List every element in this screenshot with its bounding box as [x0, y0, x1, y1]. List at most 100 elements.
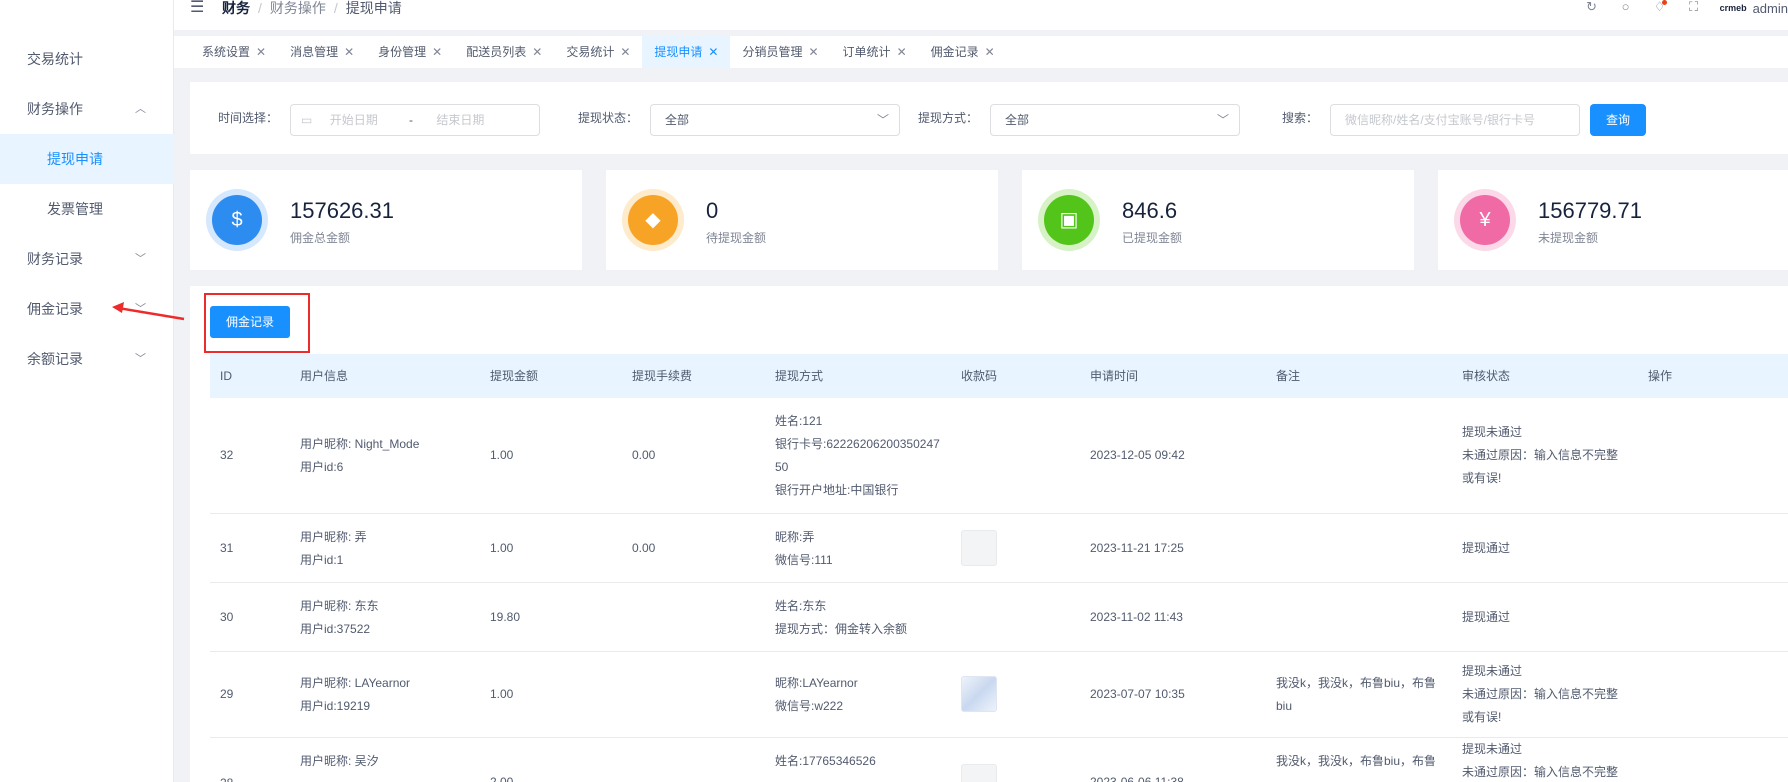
column-header: 审核状态 [1462, 369, 1511, 383]
cell-method: 姓名:121 银行卡号:62226206200350247 50 银行开户地址:中国银… [775, 410, 940, 502]
sidebar-item-invoice[interactable]: 发票管理 [0, 184, 174, 234]
cell-amount: 1.00 [490, 687, 514, 701]
stat-card-withdrawn: ▣ 846.6 已提现金额 [1022, 170, 1414, 270]
cell-id: 31 [220, 541, 234, 555]
sidebar: 交易统计 财务操作 ︿ 提现申请 发票管理 财务记录 ﹀ 佣金记录 ﹀ 余额记录 ﹀ [0, 0, 174, 782]
cell-status: 提现未通过 未通过原因：输入信息不完整 或有误! [1462, 421, 1618, 490]
filter-bar: 时间选择： ▭ 开始日期 - 结束日期 提现状态： 全部 ﹀ 提现方式： 全部 ﹀ … [190, 82, 1788, 154]
username[interactable]: admin [1753, 1, 1788, 16]
stat-card-pending: ◆ 0 待提现金额 [606, 170, 998, 270]
cell-status: 提现未通过 未通过原因：输入信息不完整 [1462, 738, 1618, 782]
method-line: 姓名:121 [775, 414, 823, 428]
status-line: 或有误! [1462, 710, 1502, 724]
tab-label: 佣金记录 [930, 45, 979, 59]
date-range-separator: - [409, 113, 414, 127]
stat-card-unwithdrawn: ¥ 156779.71 未提现金额 [1438, 170, 1788, 270]
close-icon[interactable]: ✕ [897, 36, 907, 68]
status-line: 提现通过 [1462, 541, 1511, 555]
commission-records-button[interactable]: 佣金记录 [210, 306, 290, 338]
close-icon[interactable]: ✕ [344, 36, 354, 68]
cell-user: 用户昵称: 东东 用户id:37522 [300, 595, 379, 641]
column-header: 用户信息 [300, 369, 349, 383]
status-line: 提现未通过 [1462, 742, 1523, 756]
close-icon[interactable]: ✕ [808, 36, 818, 68]
annotation-arrow [112, 302, 185, 321]
sidebar-item-finance-ops[interactable]: 财务操作 ︿ [0, 84, 174, 134]
tab-order-stats[interactable]: 订单统计 ✕ [831, 36, 919, 68]
column-header: 申请时间 [1090, 369, 1139, 383]
qr-code-thumbnail[interactable] [961, 676, 997, 712]
tab-courier-list[interactable]: 配送员列表 ✕ [454, 36, 554, 68]
search-placeholder: 微信昵称/姓名/支付宝账号/银行卡号 [1345, 113, 1536, 127]
cell-status: 提现未通过 未通过原因：输入信息不完整 或有误! [1462, 660, 1618, 729]
tab-label: 配送员列表 [466, 45, 527, 59]
cell-status: 提现通过 [1462, 606, 1510, 629]
stat-label: 未提现金额 [1538, 231, 1599, 245]
sidebar-item-withdraw-request[interactable]: 提现申请 [0, 134, 174, 184]
column-header: 提现方式 [775, 369, 824, 383]
user-id: 用户id:1 [300, 553, 344, 567]
status-select[interactable]: 全部 ﹀ [650, 104, 900, 136]
tab-system-settings[interactable]: 系统设置 ✕ [190, 36, 278, 68]
remark-line: 我没k，我没k，布鲁biu，布鲁 [1276, 754, 1437, 768]
status-line: 提现未通过 [1462, 664, 1523, 678]
table-row: 29 用户昵称: LAYearnor 用户id:19219 1.00 昵称:LAY… [210, 652, 1788, 738]
cell-time: 2023-06-06 11:38 [1090, 775, 1184, 782]
sidebar-item-balance-records[interactable]: 余额记录 ﹀ [0, 334, 174, 384]
tab-bar: 系统设置 ✕ 消息管理 ✕ 身份管理 ✕ 配送员列表 ✕ 交易统计 ✕ 提现申请 ✕ 分销员… [174, 36, 1788, 68]
breadcrumb-separator: / [333, 0, 338, 16]
qr-code-thumbnail[interactable] [961, 530, 997, 566]
header-actions: ↻ ○ ♢ ⛶ crmeb admin [1566, 0, 1788, 16]
start-date-placeholder: 开始日期 [329, 113, 378, 127]
sidebar-item-trade-stats[interactable]: 交易统计 [0, 34, 174, 84]
tab-withdraw-request[interactable]: 提现申请 ✕ [642, 36, 731, 68]
close-icon[interactable]: ✕ [708, 36, 718, 68]
close-icon[interactable]: ✕ [985, 36, 995, 68]
tab-message-management[interactable]: 消息管理 ✕ [278, 36, 366, 68]
menu-toggle-icon[interactable]: ☰ [190, 0, 204, 16]
cell-amount: 2.00 [490, 775, 514, 782]
column-header: 提现金额 [490, 369, 539, 383]
avatar[interactable]: crmeb [1720, 3, 1747, 13]
tab-distributor-management[interactable]: 分销员管理 ✕ [730, 36, 830, 68]
refresh-icon[interactable]: ↻ [1584, 0, 1600, 16]
close-icon[interactable]: ✕ [532, 36, 542, 68]
user-nickname: 用户昵称: 弄 [300, 530, 367, 544]
tab-identity-management[interactable]: 身份管理 ✕ [366, 36, 454, 68]
column-header: 备注 [1276, 369, 1301, 383]
stat-value: 0 [706, 198, 719, 223]
sidebar-item-finance-records[interactable]: 财务记录 ﹀ [0, 234, 174, 284]
tab-commission-records[interactable]: 佣金记录 ✕ [919, 36, 1007, 68]
query-button[interactable]: 查询 [1590, 104, 1646, 136]
method-line: 昵称:LAYearnor [775, 676, 858, 690]
cell-fee: 0.00 [632, 541, 656, 555]
sidebar-item-label: 提现申请 [47, 151, 103, 167]
column-header: 提现手续费 [632, 369, 693, 383]
tab-trade-stats[interactable]: 交易统计 ✕ [554, 36, 642, 68]
sidebar-item-label: 发票管理 [47, 201, 103, 217]
remark-line: biu [1276, 699, 1293, 713]
tab-label: 身份管理 [378, 45, 427, 59]
method-line: 微信号:w222 [775, 699, 844, 713]
breadcrumb-item[interactable]: 财务操作 [270, 0, 326, 16]
date-range-picker[interactable]: ▭ 开始日期 - 结束日期 [290, 104, 540, 136]
cell-amount: 1.00 [490, 448, 514, 462]
cell-fee: 0.00 [632, 448, 656, 462]
money-bag-icon: $ [212, 195, 262, 245]
method-select[interactable]: 全部 ﹀ [990, 104, 1240, 136]
breadcrumb-item[interactable]: 财务 [222, 0, 250, 16]
close-icon[interactable]: ✕ [620, 36, 630, 68]
breadcrumb-item: 提现申请 [345, 0, 402, 16]
close-icon[interactable]: ✕ [256, 36, 266, 68]
search-input[interactable]: 微信昵称/姓名/支付宝账号/银行卡号 [1330, 104, 1580, 136]
tab-label: 消息管理 [290, 45, 339, 59]
sidebar-item-label: 交易统计 [27, 51, 83, 67]
close-icon[interactable]: ✕ [432, 36, 442, 68]
column-header: 收款码 [961, 369, 998, 383]
qr-code-thumbnail[interactable] [961, 764, 997, 782]
bell-icon[interactable]: ♢ [1652, 0, 1668, 16]
chevron-down-icon: ﹀ [135, 353, 146, 365]
fullscreen-icon[interactable]: ⛶ [1686, 0, 1702, 16]
table-header: ID 用户信息 提现金额 提现手续费 提现方式 收款码 申请时间 备注 审核状态… [210, 354, 1788, 398]
search-icon[interactable]: ○ [1618, 0, 1634, 16]
